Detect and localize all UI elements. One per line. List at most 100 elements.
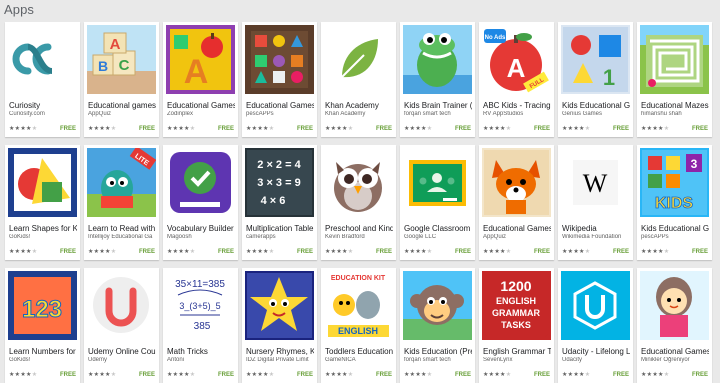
app-card[interactable]: Preschool and Kind Kevin Bradford ★★★★★ … (321, 145, 396, 260)
letter-a: A (184, 53, 209, 91)
app-name: Educational games (88, 101, 156, 110)
price-label: FREE (454, 249, 471, 255)
app-developer: Udacity (562, 357, 583, 363)
price-label: FREE (217, 249, 234, 255)
app-developer: Zodinplex (167, 111, 194, 117)
grammar-line-2: ENGLISH (496, 296, 536, 306)
price-label: FREE (138, 372, 155, 378)
app-card[interactable]: Khan Academy Khan Academy ★★★★★ FREE (321, 22, 396, 137)
puzzle-board-icon (245, 25, 314, 94)
app-card[interactable]: Curiosity Curiosity.com ★★★★★ FREE (5, 22, 80, 137)
rating-stars: ★★★★★ (641, 249, 670, 255)
shapes-icon (8, 148, 77, 217)
app-name: Udacity - Lifelong L (562, 347, 630, 356)
app-name: Curiosity (9, 101, 41, 110)
app-card[interactable]: No Ads A FULL ABC Kids - Tracing & RV AppS… (479, 22, 554, 137)
grammar-line-3: GRAMMAR (492, 308, 540, 318)
app-card[interactable]: Learn Shapes for K GoKids! ★★★★★ FREE (5, 145, 80, 260)
app-developer: IDZ Digital Private Limit (246, 357, 309, 363)
app-card[interactable]: Kids Brain Trainer (P forqan smart tech … (400, 22, 475, 137)
block-letter-b: B (98, 58, 108, 74)
chalk-line-3: 4 × 6 (261, 195, 286, 207)
app-card[interactable]: 123 Learn Numbers for GoKids! ★★★★★ FREE (5, 268, 80, 383)
app-developer: himanshu shah (641, 111, 682, 117)
chalk-line-2: 3 × 3 = 9 (257, 177, 300, 189)
rating-stars: ★★★★★ (404, 126, 433, 132)
price-label: FREE (533, 126, 550, 132)
rating-stars: ★★★★★ (562, 126, 591, 132)
reading-dino-icon: LITE (87, 148, 156, 217)
numbers-text: 123 (22, 296, 62, 323)
price-label: FREE (691, 372, 708, 378)
rating-stars: ★★★★★ (641, 372, 670, 378)
app-card[interactable]: Udacity - Lifelong L Udacity ★★★★★ FREE (558, 268, 633, 383)
price-label: FREE (691, 126, 708, 132)
app-card[interactable]: EDUCATION KIT ENGLISH Toddlers Education … (321, 268, 396, 383)
star-character-icon (245, 271, 314, 340)
rating-stars: ★★★★★ (483, 126, 512, 132)
app-card[interactable]: Educational Games AppQuiz ★★★★★ FREE (479, 145, 554, 260)
app-card[interactable]: Udemy Online Cou Udemy ★★★★★ FREE (84, 268, 159, 383)
app-name: Educational Games (246, 101, 314, 110)
app-card[interactable]: 3 KIDS Kids Educational Ga pescAPPs ★★★★★… (637, 145, 712, 260)
app-card[interactable]: 1200 ENGLISH GRAMMAR TASKS English Grammar … (479, 268, 554, 383)
rating-stars: ★★★★★ (88, 372, 117, 378)
maze-icon (640, 25, 709, 94)
price-label: FREE (138, 249, 155, 255)
rating-stars: ★★★★★ (483, 249, 512, 255)
app-card[interactable]: W Wikipedia Wikimedia Foundation ★★★★★ F… (558, 145, 633, 260)
app-developer: GoKids! (9, 234, 31, 240)
app-developer: Google LLC (404, 234, 437, 240)
math-tricks-icon: 35×11=385 3_(3+5)_5 385 (166, 271, 235, 340)
app-card[interactable]: ABC Educational games AppQuiz ★★★★★ FREE (84, 22, 159, 137)
app-card[interactable]: Educational Games Minikler Öğreniyor ★★★… (637, 268, 712, 383)
app-card[interactable]: Google Classroom Google LLC ★★★★★ FREE (400, 145, 475, 260)
app-card[interactable]: 35×11=385 3_(3+5)_5 385 Math Tricks Antoni… (163, 268, 238, 383)
app-card[interactable]: Vocabulary Builder Magoosh ★★★★★ FREE (163, 145, 238, 260)
rating-stars: ★★★★★ (246, 372, 275, 378)
app-card[interactable]: Nursery Rhymes, K IDZ Digital Private Li… (242, 268, 317, 383)
app-name: Learn to Read with (88, 224, 156, 233)
rating-stars: ★★★★★ (325, 126, 354, 132)
app-name: Kids Education (Pre (404, 347, 472, 356)
app-card[interactable]: Educational Mazes himanshu shah ★★★★★ FR… (637, 22, 712, 137)
app-name: English Grammar T (483, 347, 551, 356)
app-developer: pescAPPs (246, 111, 274, 117)
girl-character-icon (640, 271, 709, 340)
price-label: FREE (612, 126, 629, 132)
app-card[interactable]: A Educational Games Zodinplex ★★★★★ FREE (163, 22, 238, 137)
app-developer: Minikler Öğreniyor (641, 357, 690, 363)
price-label: FREE (533, 249, 550, 255)
app-name: Learn Shapes for K (9, 224, 77, 233)
rating-stars: ★★★★★ (325, 249, 354, 255)
app-name: Educational Games (167, 101, 235, 110)
app-card[interactable]: LITE Learn to Read with Intellijoy Educa… (84, 145, 159, 260)
app-developer: Udemy (88, 357, 108, 363)
udacity-icon (561, 271, 630, 340)
rating-stars: ★★★★★ (88, 249, 117, 255)
app-developer: Khan Academy (325, 111, 366, 117)
app-card[interactable]: 1 Kids Educational Ga Genius Games ★★★★★… (558, 22, 633, 137)
apple-letter-a-icon: A (166, 25, 235, 94)
edu-kit-english: ENGLISH (338, 326, 378, 336)
rating-stars: ★★★★★ (483, 372, 512, 378)
app-card[interactable]: Educational Games pescAPPs ★★★★★ FREE (242, 22, 317, 137)
app-card[interactable]: Kids Education (Pre forqan smart tech ★★… (400, 268, 475, 383)
app-name: Preschool and Kind (325, 224, 393, 233)
price-label: FREE (612, 372, 629, 378)
app-developer: Antoni (167, 357, 185, 363)
app-card[interactable]: 2 × 2 = 4 3 × 3 = 9 4 × 6 Multiplication T… (242, 145, 317, 260)
section-title: Apps (4, 2, 35, 17)
app-name: Learn Numbers for (9, 347, 76, 356)
block-number: 3 (691, 157, 698, 171)
app-developer: Intellijoy Educational Ga (88, 234, 153, 240)
digit-1: 1 (603, 65, 615, 90)
rating-stars: ★★★★★ (9, 372, 38, 378)
app-name: Educational Games (641, 347, 709, 356)
price-label: FREE (454, 126, 471, 132)
price-label: FREE (59, 126, 76, 132)
app-name: Udemy Online Cou (88, 347, 156, 356)
udemy-icon (87, 271, 156, 340)
app-developer: Kevin Bradford (325, 234, 365, 240)
app-developer: GoKids! (9, 357, 31, 363)
